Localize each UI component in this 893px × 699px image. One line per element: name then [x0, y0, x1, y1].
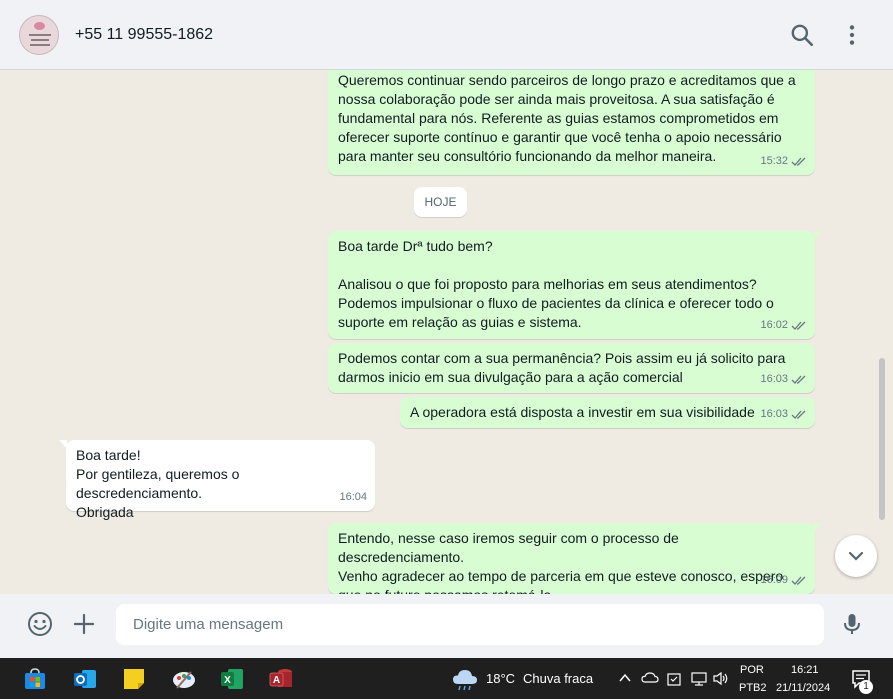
message-time: 16:03	[760, 373, 788, 385]
svg-text:A: A	[273, 675, 280, 686]
attach-plus-icon[interactable]	[72, 612, 96, 636]
message-meta: 16:03	[760, 405, 807, 424]
message-meta: 15:32	[760, 152, 807, 171]
menu-icon[interactable]	[839, 22, 865, 48]
weather-desc[interactable]: Chuva fraca	[523, 671, 593, 686]
message-meta: 16:09	[760, 571, 807, 590]
message-text: Podemos contar com a sua permanência? Po…	[338, 350, 786, 385]
message-input[interactable]: Digite uma mensagem	[116, 604, 824, 645]
sticky-notes-app-icon[interactable]	[121, 666, 147, 692]
double-check-icon	[791, 410, 806, 419]
double-check-icon	[791, 375, 806, 384]
weather-icon[interactable]	[451, 667, 479, 691]
keyboard-layout[interactable]: PTB2	[739, 682, 767, 694]
chevron-down-icon	[848, 551, 864, 561]
excel-app-icon[interactable]: X	[219, 666, 245, 692]
cloud-sync-icon[interactable]	[641, 670, 659, 686]
message-meta: 16:03	[760, 370, 807, 389]
message-list[interactable]: Queremos continuar sendo parceiros de lo…	[0, 70, 893, 594]
scrollbar-thumb[interactable]	[879, 358, 885, 520]
message-bubble[interactable]: Boa tarde! Por gentileza, queremos o des…	[59, 440, 375, 520]
outlook-app-icon[interactable]	[72, 666, 98, 692]
double-check-icon	[791, 157, 806, 166]
message-text: Boa tarde Drª tudo bem? Analisou o que f…	[338, 238, 774, 330]
microphone-icon[interactable]	[840, 612, 864, 636]
search-icon[interactable]	[789, 22, 815, 48]
message-bubble[interactable]: Queremos continuar sendo parceiros de lo…	[328, 70, 815, 175]
volume-icon[interactable]	[712, 670, 730, 687]
message-meta: 16:04	[339, 488, 367, 507]
message-time: 16:04	[339, 491, 367, 503]
message-bubble[interactable]: Boa tarde Drª tudo bem? Analisou o que f…	[328, 231, 822, 339]
clock-time[interactable]: 16:21	[791, 664, 819, 676]
store-app-icon[interactable]	[22, 666, 48, 692]
weather-temp[interactable]: 18°C	[486, 671, 515, 686]
chat-header: +55 11 99555-1862	[0, 0, 893, 70]
double-check-icon	[791, 321, 806, 330]
double-check-icon	[791, 576, 806, 585]
message-input-placeholder: Digite uma mensagem	[133, 616, 284, 633]
message-text: Boa tarde! Por gentileza, queremos o des…	[76, 447, 240, 520]
message-meta: 16:02	[760, 316, 807, 335]
contact-avatar[interactable]	[19, 15, 59, 55]
access-app-icon[interactable]: A	[268, 666, 294, 692]
message-time: 15:32	[760, 155, 788, 167]
message-text: A operadora está disposta a investir em …	[410, 404, 755, 420]
paint-app-icon[interactable]	[171, 666, 197, 692]
clock-date[interactable]: 21/11/2024	[776, 682, 830, 694]
scroll-down-button[interactable]	[835, 535, 877, 577]
message-text: Entendo, nesse caso iremos seguir com o …	[338, 530, 784, 594]
message-bubble[interactable]: Entendo, nesse caso iremos seguir com o …	[328, 523, 822, 594]
message-bubble[interactable]: Podemos contar com a sua permanência? Po…	[328, 343, 815, 393]
emoji-icon[interactable]	[27, 611, 53, 637]
message-bubble[interactable]: A operadora está disposta a investir em …	[400, 397, 815, 428]
input-language[interactable]: POR	[740, 664, 764, 676]
message-text: Queremos continuar sendo parceiros de lo…	[338, 72, 796, 164]
network-icon[interactable]	[690, 670, 708, 687]
chevron-up-icon[interactable]	[618, 672, 632, 684]
message-time: 16:03	[760, 408, 788, 420]
svg-text:X: X	[224, 675, 231, 686]
security-icon[interactable]	[666, 670, 682, 687]
date-separator: HOJE	[414, 187, 467, 217]
notification-badge: 1	[859, 680, 873, 694]
message-time: 16:09	[760, 574, 788, 586]
contact-name[interactable]: +55 11 99555-1862	[75, 26, 213, 44]
message-time: 16:02	[760, 319, 788, 331]
